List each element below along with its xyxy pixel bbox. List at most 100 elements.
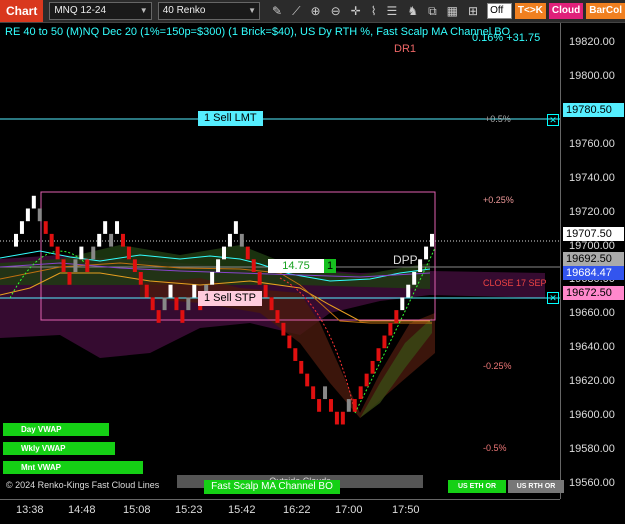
renko-brick xyxy=(132,259,137,273)
barcol-button[interactable]: BarCol xyxy=(586,3,625,19)
chart-tab[interactable]: Chart xyxy=(0,0,44,22)
price-marker-label: 19707.50 xyxy=(563,226,624,241)
price-tick-label: 19700.00 xyxy=(569,239,615,252)
tk-button[interactable]: T<>K xyxy=(514,3,546,19)
renko-brick xyxy=(346,399,351,412)
price-tick-label: 19820.00 xyxy=(569,36,615,49)
dpp-label: DPP xyxy=(393,253,418,267)
renko-brick xyxy=(126,246,131,260)
price-marker-label: 19672.50 xyxy=(563,286,624,301)
renko-brick xyxy=(150,297,155,311)
renko-brick xyxy=(186,297,191,311)
renko-brick xyxy=(25,208,30,222)
price-tick-label: 19640.00 xyxy=(569,341,615,354)
day-vwap-button[interactable]: Day VWAP xyxy=(3,423,109,436)
renko-brick xyxy=(210,272,215,285)
renko-brick xyxy=(328,399,333,412)
close-order-icon[interactable]: ✕ xyxy=(547,292,559,304)
list-icon[interactable]: ☰ xyxy=(387,4,398,18)
renko-brick xyxy=(43,221,48,234)
renko-brick xyxy=(275,310,280,323)
price-tick-label: 19620.00 xyxy=(569,375,615,388)
close-label: CLOSE 17 SEP xyxy=(483,278,547,288)
strategy-tag: Fast Scalp MA Channel BO xyxy=(204,480,340,494)
off-selector[interactable]: Off xyxy=(487,3,512,19)
time-tick-label: 15:42 xyxy=(228,504,256,516)
renko-brick xyxy=(430,233,434,247)
position-qty[interactable]: 1 xyxy=(324,259,336,273)
renko-brick xyxy=(67,272,72,285)
weekly-vwap-button[interactable]: Wkly VWAP xyxy=(3,442,115,455)
renko-brick xyxy=(412,272,417,285)
renko-brick xyxy=(49,233,54,247)
us-rth-or-tag: US RTH OR xyxy=(508,480,564,493)
time-tick-label: 16:22 xyxy=(283,504,311,516)
renko-brick xyxy=(103,221,108,234)
renko-brick xyxy=(14,233,18,247)
dr1-label: DR1 xyxy=(394,43,417,55)
bar-type-value: 40 Renko xyxy=(162,5,206,16)
renko-brick xyxy=(370,360,375,374)
sell-stp-order[interactable]: 1 Sell STP xyxy=(198,291,262,306)
time-tick-label: 14:48 xyxy=(68,504,96,516)
renko-brick xyxy=(400,297,405,311)
renko-brick xyxy=(394,310,399,323)
sell-lmt-order[interactable]: 1 Sell LMT xyxy=(198,111,263,126)
price-tick-label: 19560.00 xyxy=(569,476,615,489)
renko-brick xyxy=(168,284,173,298)
draw-line-icon[interactable]: ⟋ xyxy=(292,4,300,19)
renko-brick xyxy=(263,284,268,298)
close-order-icon[interactable]: ✕ xyxy=(547,114,559,126)
off-value: Off xyxy=(490,5,504,16)
calendar-icon[interactable]: ▦ xyxy=(447,4,458,18)
price-tick-label: 19720.00 xyxy=(569,205,615,218)
instrument-selector[interactable]: MNQ 12-24 ▼ xyxy=(49,2,152,20)
renko-brick xyxy=(138,272,143,285)
renko-brick xyxy=(156,310,161,323)
renko-brick xyxy=(424,246,429,260)
time-tick-label: 17:00 xyxy=(335,504,363,516)
renko-brick xyxy=(281,322,286,336)
position-pnl[interactable]: 14.75 xyxy=(268,259,324,273)
time-tick-label: 17:50 xyxy=(392,504,420,516)
renko-brick xyxy=(388,322,393,336)
renko-brick xyxy=(418,259,423,273)
renko-brick xyxy=(79,246,84,260)
chart-toolbar: Chart MNQ 12-24 ▼ 40 Renko ▼ ✎ ⟋ ⊕ ⊖ ✛ ⌇… xyxy=(0,0,625,23)
bar-type-selector[interactable]: 40 Renko ▼ xyxy=(157,2,261,20)
us-eth-or-tag: US ETH OR xyxy=(448,480,506,493)
price-tick-label: 19740.00 xyxy=(569,171,615,184)
strategy-icon[interactable]: ♞ xyxy=(407,4,418,18)
renko-brick xyxy=(293,348,298,361)
zoom-out-icon[interactable]: ⊖ xyxy=(331,4,341,18)
renko-brick xyxy=(174,297,179,311)
monthly-vwap-button[interactable]: Mnt VWAP xyxy=(3,461,143,474)
time-tick-label: 13:38 xyxy=(16,504,44,516)
grid-icon[interactable]: ⊞ xyxy=(468,4,478,18)
time-axis[interactable]: 13:38 14:48 15:08 15:23 15:42 16:22 17:00 17:50 xyxy=(0,499,560,524)
zoom-in-icon[interactable]: ⊕ xyxy=(311,4,321,18)
price-marker-label: 19684.47 xyxy=(563,265,624,280)
copyright-text: © 2024 Renko-Kings Fast Cloud Lines xyxy=(6,480,160,490)
indicators-icon[interactable]: ⌇ xyxy=(371,4,377,18)
renko-brick xyxy=(61,259,66,273)
renko-brick xyxy=(352,399,357,412)
time-tick-label: 15:23 xyxy=(175,504,203,516)
renko-brick xyxy=(120,233,125,247)
chevron-down-icon: ▼ xyxy=(139,6,148,15)
pct-level-label: -0.25% xyxy=(483,361,512,371)
renko-brick xyxy=(216,259,221,273)
renko-brick xyxy=(91,246,96,260)
renko-brick xyxy=(364,373,369,387)
renko-brick xyxy=(251,259,256,273)
pencil-icon[interactable]: ✎ xyxy=(272,4,282,18)
renko-brick xyxy=(382,335,387,349)
renko-brick xyxy=(245,246,250,260)
chart-title-suffix: 0.16% +31.75 xyxy=(472,32,541,44)
cloud-button[interactable]: Cloud xyxy=(548,3,584,19)
copy-icon[interactable]: ⧉ xyxy=(428,4,437,19)
renko-brick xyxy=(340,411,345,425)
renko-brick xyxy=(334,411,339,425)
renko-brick xyxy=(115,221,120,234)
crosshair-icon[interactable]: ✛ xyxy=(351,4,361,18)
